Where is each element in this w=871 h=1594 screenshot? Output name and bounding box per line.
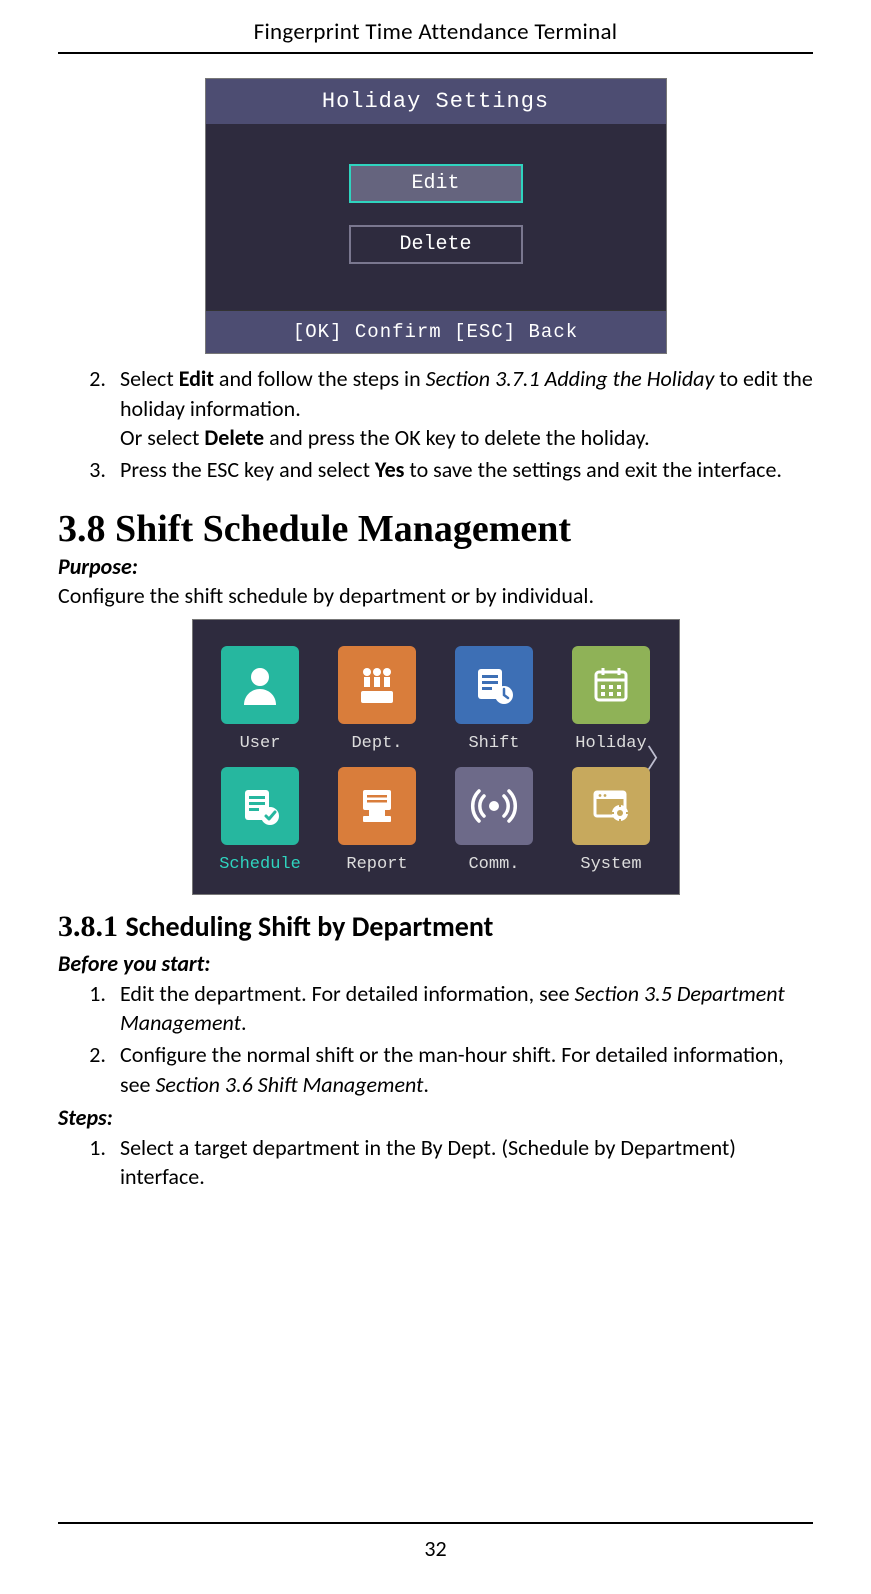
delete-button[interactable]: Delete bbox=[349, 225, 523, 264]
menu-item-report[interactable]: Report bbox=[328, 767, 427, 874]
heading-title: Scheduling Shift by Department bbox=[126, 909, 494, 944]
menu-label: Dept. bbox=[351, 734, 402, 753]
item-number: 2. bbox=[58, 1040, 120, 1099]
page-number: 32 bbox=[0, 1535, 871, 1562]
item-text: Edit the department. For detailed inform… bbox=[120, 979, 813, 1038]
heading-number: 3.8.1 bbox=[58, 910, 118, 943]
menu-label: Holiday bbox=[575, 734, 646, 753]
item-text: Select Edit and follow the steps in Sect… bbox=[120, 364, 813, 453]
page-header: Fingerprint Time Attendance Terminal bbox=[58, 18, 813, 54]
dialog-footer: [OK] Confirm [ESC] Back bbox=[206, 310, 666, 353]
schedule-icon bbox=[221, 767, 299, 845]
system-icon bbox=[572, 767, 650, 845]
holiday-settings-screenshot: Holiday Settings Edit Delete [OK] Confir… bbox=[205, 78, 667, 354]
text: . bbox=[241, 1009, 247, 1036]
item-text: Configure the normal shift or the man-ho… bbox=[120, 1040, 813, 1099]
menu-label: Schedule bbox=[219, 855, 301, 874]
item-text: Select a target department in the By Dep… bbox=[120, 1133, 813, 1192]
chevron-right-icon[interactable]: 〉 bbox=[646, 738, 672, 775]
italic-text: Section 3.7.1 Adding the Holiday bbox=[426, 365, 715, 392]
text: and follow the steps in bbox=[214, 365, 426, 392]
menu-label: Comm. bbox=[468, 855, 519, 874]
text: to save the settings and exit the interf… bbox=[404, 456, 782, 483]
menu-item-user[interactable]: User bbox=[211, 646, 310, 753]
text: and press the OK key to delete the holid… bbox=[264, 424, 650, 451]
footer-rule bbox=[58, 1522, 813, 1524]
list-item: 1. Edit the department. For detailed inf… bbox=[58, 979, 813, 1038]
text: Select bbox=[120, 365, 179, 392]
section-3-8-heading: 3.8 Shift Schedule Management bbox=[58, 507, 813, 551]
purpose-text: Configure the shift schedule by departme… bbox=[58, 582, 813, 609]
item-number: 1. bbox=[58, 979, 120, 1038]
text: . bbox=[423, 1071, 429, 1098]
menu-item-holiday[interactable]: Holiday bbox=[562, 646, 661, 753]
menu-label: Report bbox=[346, 855, 407, 874]
bold-text: Yes bbox=[375, 456, 405, 483]
menu-item-schedule[interactable]: Schedule bbox=[211, 767, 310, 874]
menu-item-dept[interactable]: Dept. bbox=[328, 646, 427, 753]
main-menu-screenshot: 〉 User Dept. Shift bbox=[192, 619, 680, 895]
bold-text: Edit bbox=[179, 365, 214, 392]
text: Press the ESC key and select bbox=[120, 456, 375, 483]
before-you-start-label: Before you start: bbox=[58, 950, 813, 977]
item-number: 1. bbox=[58, 1133, 120, 1192]
dialog-title: Holiday Settings bbox=[206, 79, 666, 124]
report-icon bbox=[338, 767, 416, 845]
edit-button[interactable]: Edit bbox=[349, 164, 523, 203]
item-number: 3. bbox=[58, 455, 120, 485]
menu-item-system[interactable]: System bbox=[562, 767, 661, 874]
steps-label: Steps: bbox=[58, 1104, 813, 1131]
item-text: Press the ESC key and select Yes to save… bbox=[120, 455, 813, 485]
italic-text: Section 3.6 Shift Management bbox=[155, 1071, 423, 1098]
dept-icon bbox=[338, 646, 416, 724]
comm-icon bbox=[455, 767, 533, 845]
text: Or select bbox=[120, 424, 204, 451]
menu-label: Shift bbox=[468, 734, 519, 753]
purpose-label: Purpose: bbox=[58, 553, 813, 580]
menu-label: System bbox=[580, 855, 641, 874]
user-icon bbox=[221, 646, 299, 724]
bold-text: Delete bbox=[204, 424, 264, 451]
text: Edit the department. For detailed inform… bbox=[120, 980, 575, 1007]
steps-list: 1. Select a target department in the By … bbox=[58, 1133, 813, 1192]
dialog-body: Edit Delete bbox=[206, 124, 666, 310]
before-list: 1. Edit the department. For detailed inf… bbox=[58, 979, 813, 1100]
menu-item-shift[interactable]: Shift bbox=[445, 646, 544, 753]
menu-item-comm[interactable]: Comm. bbox=[445, 767, 544, 874]
holiday-icon bbox=[572, 646, 650, 724]
list-item: 1. Select a target department in the By … bbox=[58, 1133, 813, 1192]
section-3-8-1-heading: 3.8.1 Scheduling Shift by Department bbox=[58, 909, 813, 944]
list-item: 2. Select Edit and follow the steps in S… bbox=[58, 364, 813, 453]
shift-icon bbox=[455, 646, 533, 724]
list-item: 2. Configure the normal shift or the man… bbox=[58, 1040, 813, 1099]
item-number: 2. bbox=[58, 364, 120, 453]
list-item: 3. Press the ESC key and select Yes to s… bbox=[58, 455, 813, 485]
menu-label: User bbox=[240, 734, 281, 753]
instruction-list-1: 2. Select Edit and follow the steps in S… bbox=[58, 364, 813, 485]
